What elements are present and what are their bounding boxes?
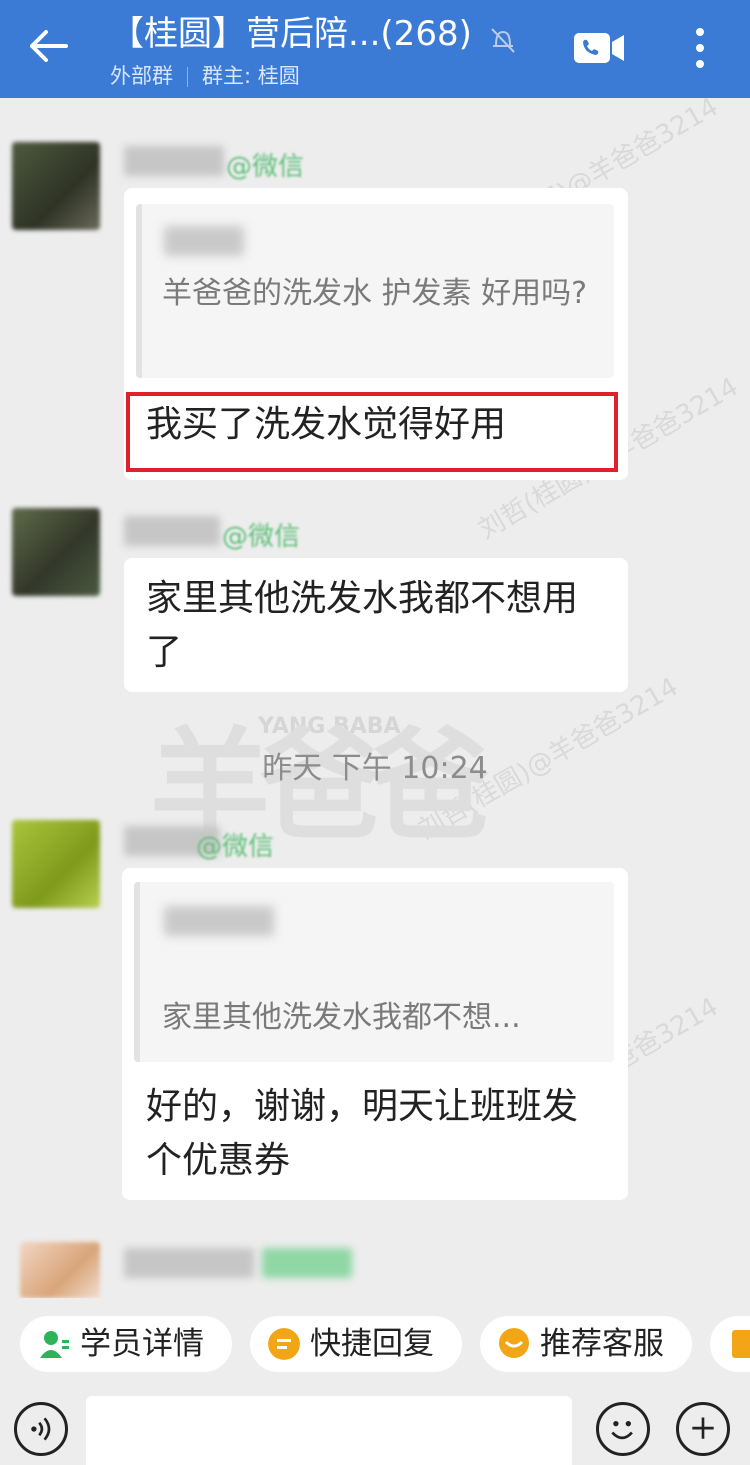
sender-tag: @微信 (222, 522, 301, 552)
more-actions-chip[interactable] (710, 1316, 750, 1372)
reply-icon (268, 1328, 300, 1360)
group-subtitle: 外部群 群主: 桂圆 (110, 62, 300, 90)
quoted-message[interactable]: 羊爸爸的洗发水 护发素 好用吗? (136, 204, 614, 378)
avatar[interactable] (12, 142, 100, 230)
plus-icon[interactable] (676, 1402, 730, 1456)
highlight-box (126, 392, 618, 472)
mute-bell-icon (491, 28, 515, 53)
quoted-sender-name (164, 226, 244, 256)
chat-screen: 【桂圆】营后陪...(268) 外部群 群主: 桂圆 刘哲(桂圆)@羊爸爸3214… (0, 0, 750, 1465)
chat-bubble-icon (499, 1328, 529, 1358)
quoted-sender-name (164, 906, 274, 936)
student-details-button[interactable]: 学员详情 (20, 1316, 232, 1372)
message-text: 好的，谢谢，明天让班班发个优惠券 (146, 1086, 579, 1181)
button-label: 推荐客服 (540, 1326, 664, 1362)
more-vertical-icon[interactable] (688, 24, 712, 72)
sender-name (124, 1248, 254, 1278)
avatar[interactable] (12, 508, 100, 596)
avatar[interactable] (20, 1242, 100, 1298)
avatar[interactable] (12, 820, 100, 908)
message-bubble[interactable]: 家里其他洗发水我都不想... 好的，谢谢，明天让班班发个优惠券 (122, 868, 628, 1200)
sender-name (124, 146, 224, 176)
external-group-label: 外部群 (110, 64, 173, 88)
message-bubble[interactable]: 家里其他洗发水我都不想用了 (124, 558, 628, 692)
sender-name (124, 516, 220, 546)
quoted-text: 羊爸爸的洗发水 护发素 好用吗? (162, 276, 587, 311)
message-list[interactable]: 刘哲(桂圆)@羊爸爸3214 刘哲(桂圆)@羊爸爸3214 刘哲(桂圆)@羊爸爸… (0, 98, 750, 1298)
message-input[interactable] (86, 1396, 572, 1465)
button-label: 快捷回复 (310, 1326, 434, 1362)
sender-tag: @微信 (196, 832, 275, 862)
top-bar: 【桂圆】营后陪...(268) 外部群 群主: 桂圆 (0, 0, 750, 98)
separator (187, 67, 188, 87)
emoji-icon[interactable] (596, 1402, 650, 1456)
group-title[interactable]: 【桂圆】营后陪...(268) (110, 14, 472, 54)
back-arrow-icon[interactable] (26, 24, 70, 68)
button-label: 学员详情 (80, 1326, 204, 1362)
timestamp: 昨天 下午 10:24 (262, 751, 488, 786)
document-icon (732, 1330, 750, 1358)
quoted-message[interactable]: 家里其他洗发水我都不想... (134, 882, 614, 1062)
voice-icon[interactable] (14, 1402, 68, 1456)
sender-tag (262, 1248, 352, 1278)
video-call-icon[interactable] (572, 30, 626, 66)
quick-action-bar: 学员详情 快捷回复 推荐客服 (0, 1298, 750, 1388)
quoted-text: 家里其他洗发水我都不想... (162, 1000, 521, 1035)
sender-tag: @微信 (226, 152, 305, 182)
quick-reply-button[interactable]: 快捷回复 (250, 1316, 462, 1372)
recommend-service-button[interactable]: 推荐客服 (480, 1316, 692, 1372)
message-text: 家里其他洗发水我都不想用了 (146, 578, 579, 673)
group-owner-label: 群主: 桂圆 (202, 64, 300, 88)
user-icon (40, 1331, 69, 1358)
input-bar (0, 1388, 750, 1465)
